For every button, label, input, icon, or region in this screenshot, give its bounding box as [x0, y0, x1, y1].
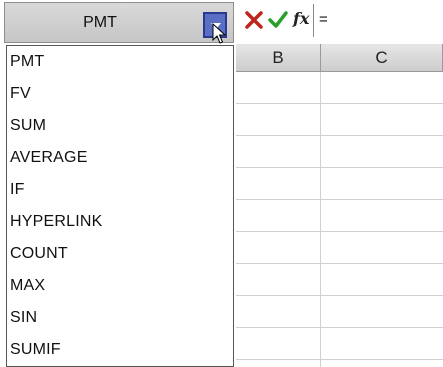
function-dropdown-list[interactable]: PMT FV SUM AVERAGE IF HYPERLINK COUNT MA… [6, 45, 234, 367]
function-item-fv[interactable]: FV [7, 78, 233, 110]
cancel-cross-icon[interactable] [244, 10, 264, 30]
enter-checkmark-icon[interactable] [268, 10, 288, 30]
name-box-value[interactable]: PMT [5, 3, 195, 42]
function-item-sin[interactable]: SIN [7, 302, 233, 334]
formula-input[interactable]: = [313, 4, 443, 37]
column-header-c[interactable]: C [321, 44, 443, 72]
function-item-sumif[interactable]: SUMIF [7, 334, 233, 366]
mouse-pointer-icon [212, 23, 226, 44]
function-item-if[interactable]: IF [7, 174, 233, 206]
function-item-max[interactable]: MAX [7, 270, 233, 302]
name-box[interactable]: PMT [4, 2, 234, 43]
function-item-average[interactable]: AVERAGE [7, 142, 233, 174]
grid-cells[interactable] [236, 72, 443, 367]
function-item-pmt[interactable]: PMT [7, 46, 233, 78]
function-item-sum[interactable]: SUM [7, 110, 233, 142]
function-item-count[interactable]: COUNT [7, 238, 233, 270]
function-item-hyperlink[interactable]: HYPERLINK [7, 206, 233, 238]
spreadsheet-grid[interactable]: B C [236, 44, 443, 367]
insert-function-button[interactable]: fx [293, 9, 309, 28]
column-header-b[interactable]: B [236, 44, 321, 72]
